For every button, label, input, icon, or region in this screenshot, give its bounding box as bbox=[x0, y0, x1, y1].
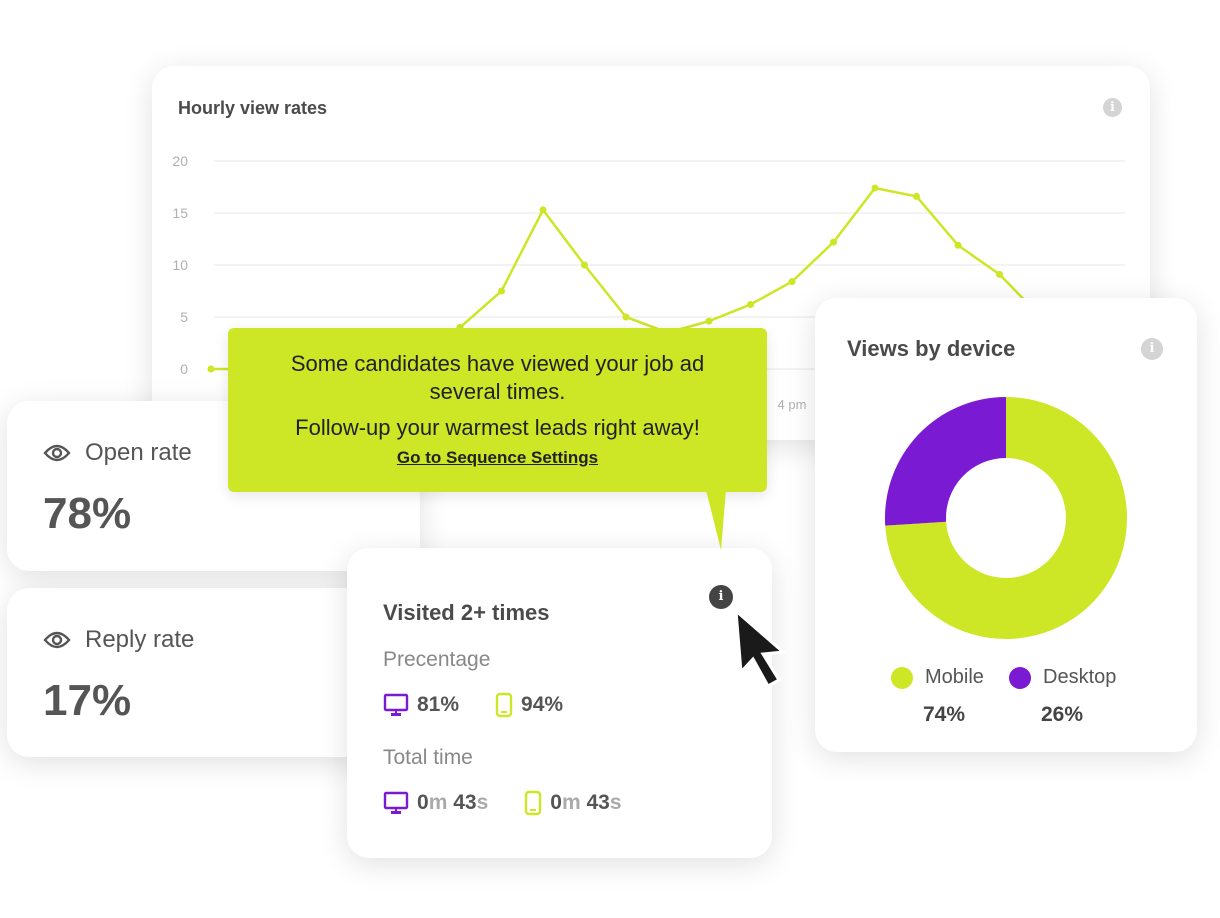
open-rate-value: 78% bbox=[43, 489, 132, 538]
data-point bbox=[747, 301, 754, 309]
desktop-value: 26% bbox=[1041, 703, 1084, 726]
mobile-icon bbox=[525, 790, 542, 816]
percentage-label: Precentage bbox=[383, 648, 491, 671]
y-tick-label: 5 bbox=[180, 309, 188, 325]
desktop-percentage: 81% bbox=[417, 693, 460, 716]
data-point bbox=[622, 313, 630, 321]
data-point bbox=[954, 241, 962, 249]
y-tick-label: 20 bbox=[172, 153, 188, 169]
legend-desktop: Desktop bbox=[1009, 666, 1116, 689]
info-icon[interactable]: i bbox=[709, 585, 733, 609]
mobile-time: 0m 43s bbox=[550, 791, 622, 814]
y-tick-label: 15 bbox=[172, 205, 188, 221]
eye-icon bbox=[43, 631, 71, 649]
total-time-label: Total time bbox=[383, 746, 473, 769]
go-to-sequence-settings-link[interactable]: Go to Sequence Settings bbox=[397, 448, 598, 468]
data-point bbox=[830, 238, 837, 246]
data-point bbox=[705, 317, 713, 325]
legend-mobile: Mobile bbox=[891, 666, 984, 689]
tooltip-message: Some candidates have viewed your job ad … bbox=[290, 351, 705, 404]
mobile-value: 74% bbox=[923, 703, 966, 726]
mobile-icon bbox=[495, 692, 513, 718]
data-point bbox=[788, 278, 796, 286]
views-by-device-card: Views by device i Mobile Desktop 74% 26% bbox=[815, 298, 1197, 752]
data-point bbox=[539, 206, 547, 214]
visited-card: Visited 2+ times i Precentage 81% 94% To… bbox=[347, 548, 772, 858]
data-point bbox=[581, 261, 588, 269]
mobile-percentage: 94% bbox=[521, 693, 564, 716]
y-tick-label: 0 bbox=[180, 361, 188, 377]
cursor-icon bbox=[734, 608, 787, 689]
data-point bbox=[207, 365, 215, 373]
reply-rate-label: Reply rate bbox=[85, 626, 195, 653]
reply-rate-value: 17% bbox=[43, 676, 132, 725]
data-point bbox=[996, 270, 1003, 278]
y-tick-label: 10 bbox=[172, 257, 188, 273]
desktop-icon bbox=[383, 693, 409, 716]
x-tick-label: 4 pm bbox=[778, 397, 807, 412]
donut-slice-desktop bbox=[885, 397, 1006, 526]
tooltip-pointer bbox=[706, 490, 726, 550]
desktop-time: 0m 43s bbox=[417, 791, 489, 814]
data-point bbox=[498, 287, 505, 295]
data-point bbox=[913, 192, 920, 200]
open-rate-label: Open rate bbox=[85, 439, 192, 466]
visited-title: Visited 2+ times bbox=[383, 600, 550, 625]
donut-chart bbox=[885, 397, 1127, 639]
desktop-icon bbox=[383, 791, 409, 814]
tooltip-message-2: Follow-up your warmest leads right away! bbox=[295, 415, 700, 440]
eye-icon bbox=[43, 444, 71, 462]
tooltip: Some candidates have viewed your job ad … bbox=[228, 328, 767, 492]
data-point bbox=[871, 184, 879, 192]
